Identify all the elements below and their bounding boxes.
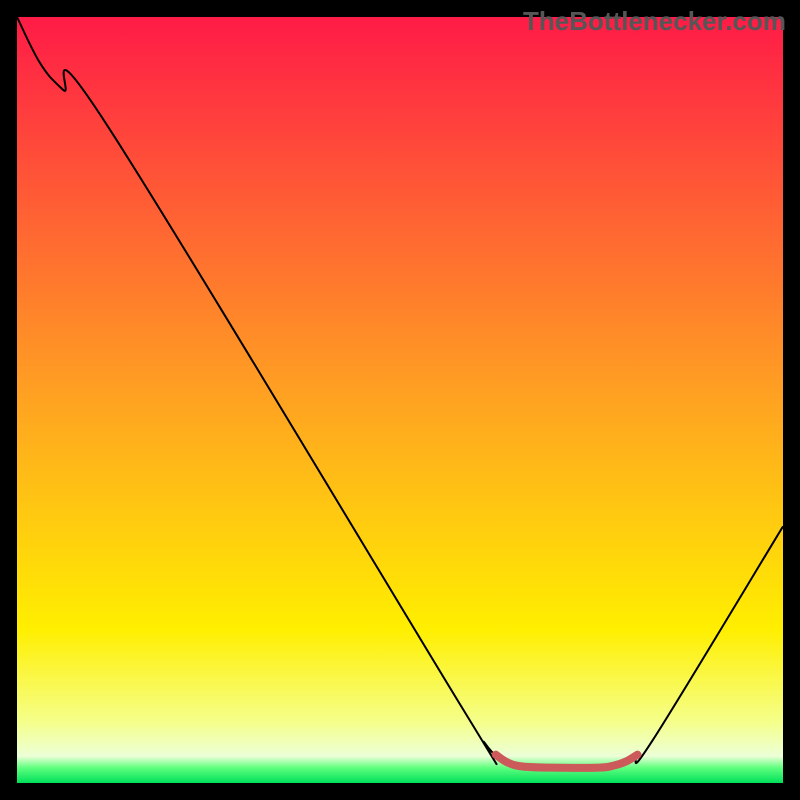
- chart-container: TheBottlenecker.com: [0, 0, 800, 800]
- gradient-background: [17, 17, 783, 783]
- chart-svg: [17, 17, 783, 783]
- plot-area: [17, 17, 783, 783]
- watermark-text: TheBottlenecker.com: [523, 6, 786, 37]
